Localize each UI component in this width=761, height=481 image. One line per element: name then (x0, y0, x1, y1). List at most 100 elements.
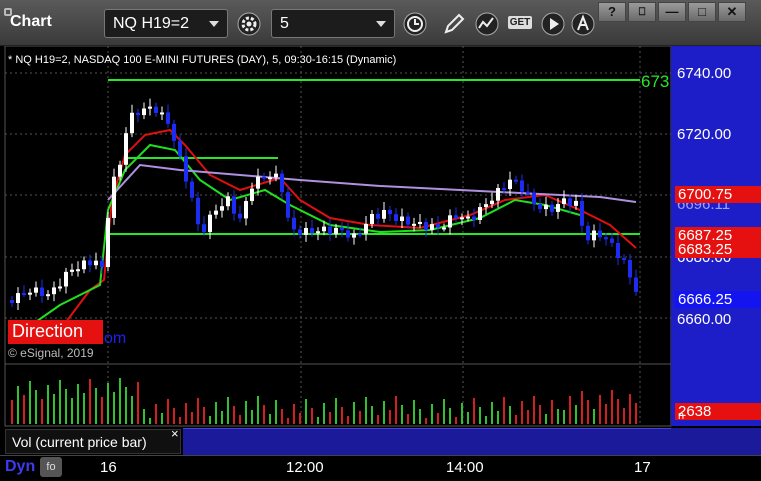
gear-icon[interactable] (235, 10, 263, 38)
candle-up (382, 209, 386, 219)
candle-up (400, 216, 404, 221)
close-icon[interactable]: × (171, 426, 179, 441)
candle-up (460, 217, 464, 220)
clock-icon[interactable] (401, 10, 429, 38)
chart-info-line: * NQ H19=2, NASDAQ 100 E-MINI FUTURES (D… (8, 54, 397, 66)
interval-combobox[interactable]: 5 (271, 9, 395, 38)
candle-down (550, 204, 554, 212)
time-tick: 17 (634, 459, 651, 476)
candle-up (64, 271, 68, 287)
candle-down (232, 196, 236, 214)
candle-up (322, 226, 326, 232)
candle-up (34, 287, 38, 293)
candle-up (256, 176, 260, 189)
candle-up (52, 287, 56, 295)
app-title: Chart (10, 13, 52, 30)
candle-up (82, 260, 86, 270)
candle-up (334, 227, 338, 234)
study-icon[interactable] (473, 10, 501, 38)
price-axis[interactable]: 6740.00 6720.00 6696.11 6680.00 6660.00 (671, 46, 761, 364)
candle-up (274, 173, 278, 178)
volume-axis-tick: n (678, 410, 685, 422)
direction-label: Direction (8, 320, 103, 344)
candle-up (316, 231, 320, 234)
candle-up (478, 207, 482, 220)
candle-up (124, 133, 128, 165)
candle-up (142, 108, 146, 116)
candle-down (40, 287, 44, 297)
play-icon[interactable] (539, 10, 567, 38)
candle-down (436, 224, 440, 228)
candle-up (430, 224, 434, 230)
candle-up (544, 204, 548, 210)
alert-icon[interactable] (569, 10, 597, 38)
candle-down (298, 229, 302, 235)
candle-down (202, 224, 206, 233)
candle-down (166, 112, 170, 124)
chevron-down-icon[interactable] (376, 21, 386, 27)
candle-down (514, 179, 518, 182)
candle-up (130, 112, 134, 134)
volume-panel-header (183, 428, 671, 455)
dynamic-label[interactable]: Dyn (5, 458, 35, 476)
candle-up (466, 216, 470, 219)
pencil-icon[interactable] (440, 10, 468, 38)
candle-down (580, 200, 584, 226)
candle-down (262, 176, 266, 179)
candle-down (328, 226, 332, 234)
candle-up (250, 188, 254, 202)
price-tag-red: 6700.75 (675, 186, 761, 203)
candle-down (310, 228, 314, 234)
candle-down (388, 209, 392, 215)
candle-up (28, 292, 32, 295)
candle-up (118, 164, 122, 177)
candle-down (598, 230, 602, 238)
copyright: © eSignal, 2019 (8, 346, 94, 360)
candle-down (376, 213, 380, 219)
volume-panel-header-axis (671, 428, 761, 455)
candle-up (574, 200, 578, 206)
candle-up (16, 293, 20, 303)
candle-up (412, 223, 416, 226)
candle-up (496, 188, 500, 201)
candle-up (106, 217, 110, 268)
candle-up (562, 198, 566, 205)
interval-value: 5 (280, 15, 289, 32)
price-tag-red: 6683.25 (675, 241, 761, 258)
candle-up (418, 221, 422, 224)
candle-down (358, 233, 362, 236)
candle-up (304, 228, 308, 235)
get-icon[interactable]: GET (506, 10, 534, 38)
candle-down (520, 180, 524, 192)
time-tick: 14:00 (446, 459, 484, 476)
last-price-tag: 6666.25 (675, 291, 761, 308)
candle-down (454, 215, 458, 219)
candle-down (586, 225, 590, 241)
restore-button[interactable]: ⎕ (628, 2, 656, 22)
candle-down (628, 259, 632, 278)
symbol-combobox[interactable]: NQ H19=2 (104, 9, 228, 38)
help-button[interactable]: ? (598, 2, 626, 22)
candle-down (568, 198, 572, 206)
volume-panel-label[interactable]: Vol (current price bar) (5, 429, 181, 454)
volume-tag: 2638 (675, 403, 761, 420)
time-tick: 12:00 (286, 459, 324, 476)
candle-down (10, 300, 14, 303)
candle-up (112, 176, 116, 218)
green-level-label: 673 (641, 72, 670, 91)
candle-down (472, 216, 476, 220)
chevron-down-icon[interactable] (209, 21, 219, 27)
maximize-button[interactable]: □ (688, 2, 716, 22)
candle-up (148, 106, 152, 109)
price-chart[interactable] (0, 46, 761, 481)
candle-down (154, 106, 158, 113)
link-icon[interactable]: fo (40, 457, 62, 477)
candle-down (610, 238, 614, 243)
candle-up (220, 206, 224, 211)
candle-down (526, 191, 530, 194)
price-label: 6740.00 (677, 65, 732, 82)
close-button[interactable]: ✕ (718, 2, 746, 22)
minimize-button[interactable]: — (658, 2, 686, 22)
candle-up (556, 204, 560, 212)
candle-down (394, 214, 398, 221)
